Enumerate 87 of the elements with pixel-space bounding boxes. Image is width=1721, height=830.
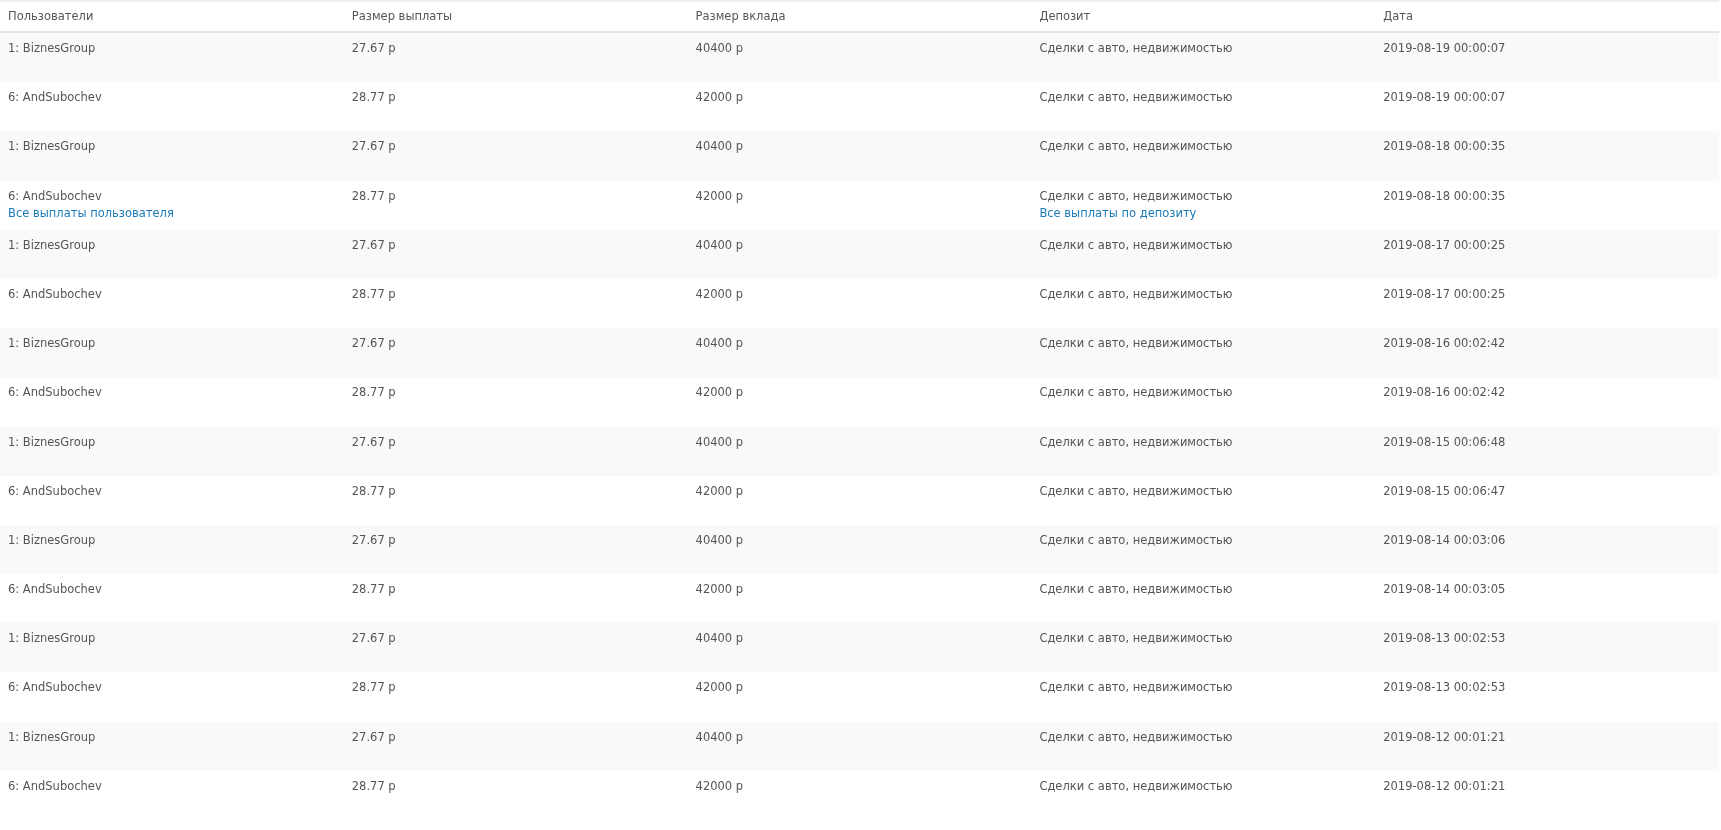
table-cell: 42000 р	[695, 385, 744, 400]
table-cell: 2019-08-13 00:02:53	[1383, 680, 1506, 695]
table-cell: 1: BiznesGroup	[8, 237, 96, 252]
table-cell: 2019-08-17 00:00:25	[1383, 286, 1506, 301]
table-cell: Сделки с авто, недвижимостью	[1039, 41, 1233, 55]
table-cell: 28.77 р	[351, 483, 396, 498]
table-cell: 40400 р	[695, 729, 744, 744]
table-cell: Сделки с авто, недвижимостью	[1039, 237, 1233, 252]
table-cell: Сделки с авто, недвижимостью	[1039, 90, 1233, 105]
table-cell: 2019-08-12 00:01:21	[1383, 729, 1506, 744]
table-cell: 27.67 р	[351, 532, 396, 547]
table-cell: 1: BiznesGroup	[8, 631, 96, 646]
table-cell: Сделки с авто, недвижимостью	[1039, 139, 1233, 154]
table-cell: Сделки с авто, недвижимостью	[1039, 729, 1233, 744]
table-cell: 40400 р	[695, 237, 744, 252]
table-cell: 2019-08-17 00:00:25	[1383, 237, 1506, 252]
table-cell: 6: AndSubochev	[8, 385, 102, 400]
table-cell: 2019-08-12 00:01:21	[1383, 778, 1506, 793]
table-cell: 40400 р	[695, 139, 744, 154]
table-cell: 27.67 р	[351, 336, 396, 351]
table-cell: 6: AndSubochev	[8, 483, 102, 498]
table-cell: Сделки с авто, недвижимостью	[1039, 336, 1233, 351]
table-cell: 28.77 р	[351, 385, 396, 400]
table-cell: Сделки с авто, недвижимостью	[1039, 483, 1233, 498]
table-cell: 2019-08-18 00:00:35	[1383, 139, 1506, 154]
table-cell: 2019-08-14 00:03:05	[1383, 582, 1506, 597]
table-cell: 1: BiznesGroup	[8, 532, 96, 547]
table-cell: 1: BiznesGroup	[8, 434, 96, 449]
table-cell: 27.67 р	[351, 237, 396, 252]
table-cell: Сделки с авто, недвижимостью	[1039, 680, 1233, 695]
table-cell: 40400 р	[695, 336, 744, 351]
table-cell: 6: AndSubochev	[8, 778, 102, 793]
table-cell: 42000 р	[695, 90, 744, 105]
table-cell: 27.67 р	[351, 434, 396, 449]
table-cell: 42000 р	[695, 188, 744, 203]
table-cell: Сделки с авто, недвижимостью	[1039, 286, 1233, 301]
table-cell: 42000 р	[695, 582, 744, 597]
column-header: Размер вклада	[694, 7, 787, 25]
table-cell: 28.77 р	[351, 680, 396, 695]
table-cell: 2019-08-19 00:00:07	[1383, 41, 1506, 55]
column-header: Размер выплаты	[350, 7, 454, 25]
link[interactable]: Все выплаты по депозиту	[1039, 205, 1197, 220]
table-cell: 2019-08-13 00:02:53	[1383, 631, 1506, 646]
table-cell: 2019-08-14 00:03:06	[1383, 532, 1506, 547]
table-cell: 27.67 р	[351, 631, 396, 646]
table-cell: 1: BiznesGroup	[8, 41, 96, 55]
table-cell: Сделки с авто, недвижимостью	[1039, 385, 1233, 400]
table-cell: 28.77 р	[351, 582, 396, 597]
table-cell: 1: BiznesGroup	[8, 336, 96, 351]
table-cell: 6: AndSubochev	[8, 582, 102, 597]
table-cell: 42000 р	[695, 483, 744, 498]
table-cell: 2019-08-18 00:00:35	[1383, 188, 1506, 203]
table-cell: 42000 р	[695, 286, 744, 301]
table-cell: 27.67 р	[351, 139, 396, 154]
table-cell: 40400 р	[695, 631, 744, 646]
table-cell: 40400 р	[695, 41, 744, 55]
table-cell: 6: AndSubochev	[8, 90, 102, 105]
table-cell: Сделки с авто, недвижимостью	[1039, 582, 1233, 597]
table-cell: 42000 р	[695, 680, 744, 695]
table-cell: Сделки с авто, недвижимостью	[1039, 778, 1233, 793]
table-cell: 2019-08-16 00:02:42	[1383, 336, 1506, 351]
table-cell: 2019-08-15 00:06:47	[1383, 483, 1506, 498]
table-cell: 2019-08-15 00:06:48	[1383, 434, 1506, 449]
column-header: Пользователи	[7, 7, 95, 25]
link[interactable]: Все выплаты пользователя	[8, 205, 174, 220]
table-cell: 28.77 р	[351, 188, 396, 203]
table-cell: Сделки с авто, недвижимостью	[1039, 532, 1233, 547]
table-cell: 6: AndSubochev	[8, 286, 102, 301]
table-cell: Сделки с авто, недвижимостью	[1039, 188, 1233, 203]
table-cell: 27.67 р	[351, 41, 396, 55]
table-cell: 2019-08-16 00:02:42	[1383, 385, 1506, 400]
table-cell: 28.77 р	[351, 778, 396, 793]
column-header: Депозит	[1038, 7, 1092, 25]
table-cell: 1: BiznesGroup	[8, 729, 96, 744]
column-header: Дата	[1382, 7, 1414, 25]
table-cell: 27.67 р	[351, 729, 396, 744]
table-cell: 6: AndSubochev	[8, 680, 102, 695]
table-cell: 28.77 р	[351, 286, 396, 301]
table-cell: Сделки с авто, недвижимостью	[1039, 631, 1233, 646]
table-cell: 40400 р	[695, 532, 744, 547]
table-cell: 40400 р	[695, 434, 744, 449]
table-cell: Сделки с авто, недвижимостью	[1039, 434, 1233, 449]
table-cell: 42000 р	[695, 778, 744, 793]
table-cell: 6: AndSubochev	[8, 188, 102, 203]
table-cell: 28.77 р	[351, 90, 396, 105]
table-cell: 2019-08-19 00:00:07	[1383, 90, 1506, 105]
table-cell: 1: BiznesGroup	[8, 139, 96, 154]
